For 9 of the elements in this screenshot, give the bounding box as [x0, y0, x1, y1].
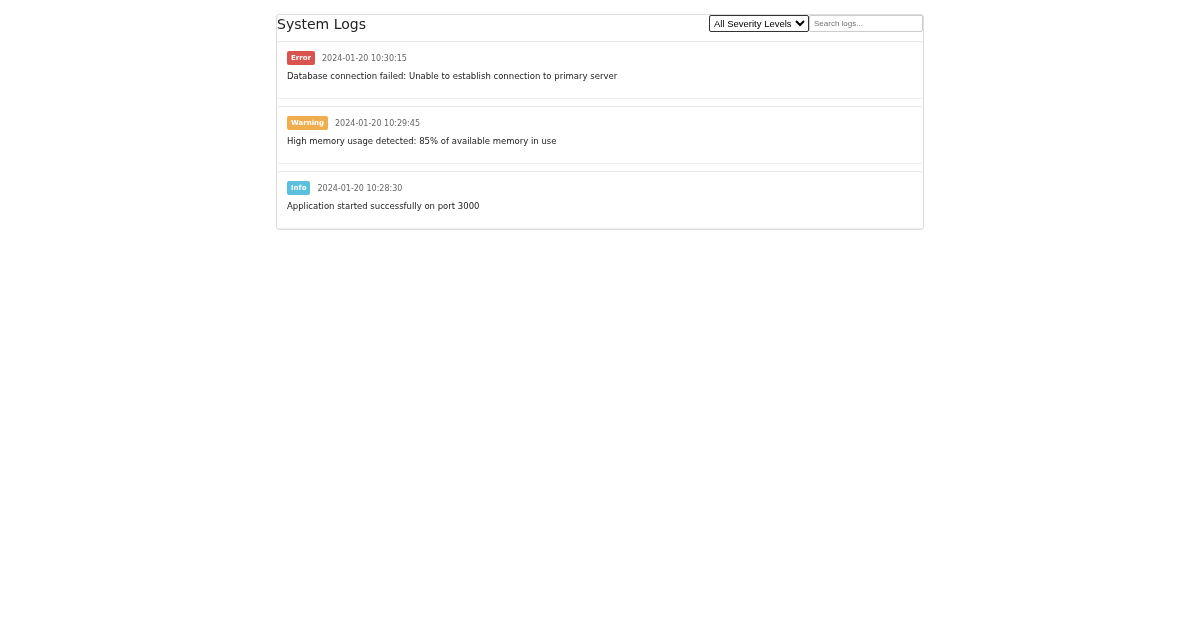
log-timestamp: 2024-01-20 10:30:15 [321, 53, 407, 63]
search-field[interactable]: Search logs... [809, 15, 923, 32]
log-message: Database connection failed: Unable to establish connection to primary server [287, 71, 619, 81]
log-message: High memory usage detected: 85% of available memory in use [287, 136, 558, 146]
severity-filter-dropdown[interactable]: All Severity Levels [709, 15, 809, 32]
log-timestamp: 2024-01-20 10:29:45 [335, 118, 420, 128]
log-timestamp: 2024-01-20 10:28:30 [317, 183, 403, 193]
log-message: Application started successfully on port 3000 [287, 201, 481, 211]
panel-title: System Logs [277, 15, 366, 32]
